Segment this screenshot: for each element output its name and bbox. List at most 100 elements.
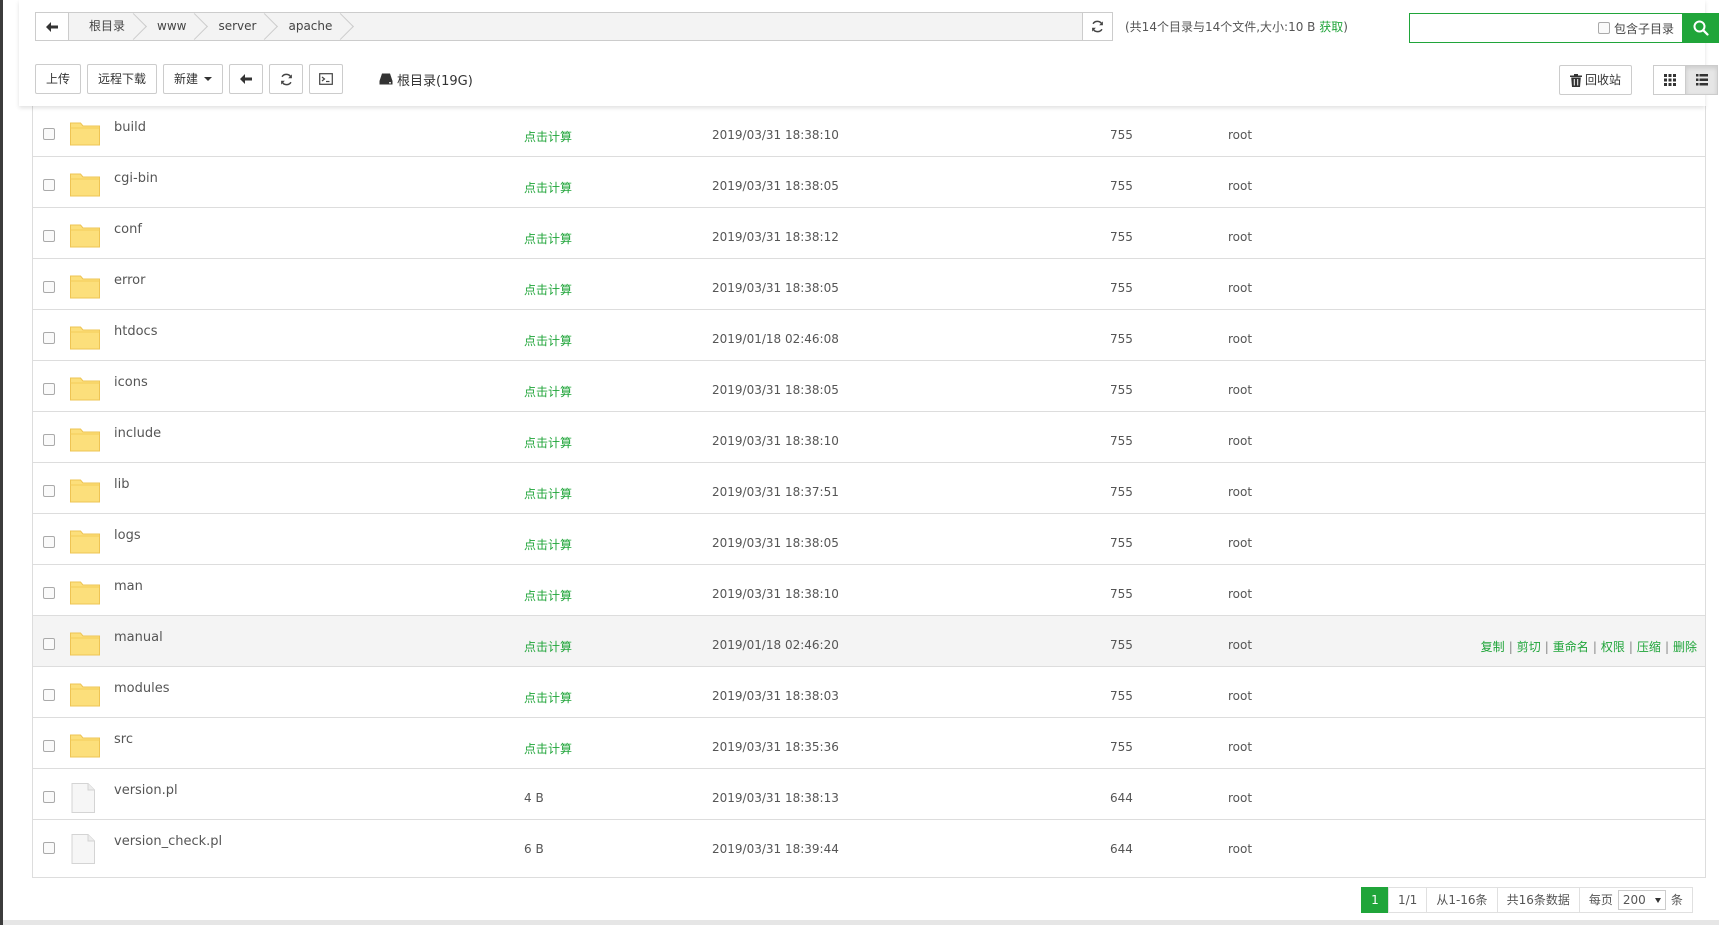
search-button[interactable]: [1682, 14, 1719, 42]
folder-icon: [70, 171, 100, 200]
calculate-size-link[interactable]: 点击计算: [524, 332, 572, 349]
list-view-button[interactable]: [1685, 65, 1718, 95]
file-name[interactable]: include: [114, 426, 161, 441]
breadcrumb-apache[interactable]: apache: [268, 13, 355, 40]
new-dropdown-button[interactable]: 新建: [163, 64, 224, 94]
file-row[interactable]: logs 点击计算 2019/03/31 18:38:05 755 root: [33, 514, 1705, 565]
folder-icon: [70, 477, 100, 506]
upload-button[interactable]: 上传: [35, 64, 82, 94]
recycle-bin-button[interactable]: 回收站: [1559, 65, 1633, 95]
file-row[interactable]: build 点击计算 2019/03/31 18:38:10 755 root: [33, 106, 1705, 157]
calculate-size-link[interactable]: 点击计算: [524, 536, 572, 553]
refresh-button[interactable]: [269, 64, 304, 94]
file-row[interactable]: error 点击计算 2019/03/31 18:38:05 755 root: [33, 259, 1705, 310]
file-name[interactable]: logs: [114, 528, 141, 543]
grid-view-button[interactable]: [1653, 65, 1686, 95]
arrow-left-icon: [46, 21, 58, 32]
row-checkbox[interactable]: [43, 281, 55, 293]
search-input[interactable]: [1410, 14, 1598, 42]
file-row[interactable]: conf 点击计算 2019/03/31 18:38:12 755 root: [33, 208, 1705, 259]
file-name[interactable]: man: [114, 579, 143, 594]
folder-icon: [70, 120, 100, 149]
file-row[interactable]: version_check.pl 6 B 2019/03/31 18:39:44 64…: [33, 820, 1705, 871]
compress-action[interactable]: 压缩: [1637, 640, 1661, 654]
file-size: 6 B: [524, 842, 544, 856]
file-row[interactable]: cgi-bin 点击计算 2019/03/31 18:38:05 755 root: [33, 157, 1705, 208]
permission: 755: [1110, 587, 1133, 601]
file-row[interactable]: modules 点击计算 2019/03/31 18:38:03 755 root: [33, 667, 1705, 718]
file-row[interactable]: src 点击计算 2019/03/31 18:35:36 755 root: [33, 718, 1705, 769]
row-checkbox[interactable]: [43, 740, 55, 752]
file-row[interactable]: man 点击计算 2019/03/31 18:38:10 755 root: [33, 565, 1705, 616]
file-row[interactable]: icons 点击计算 2019/03/31 18:38:05 755 root: [33, 361, 1705, 412]
per-page-select[interactable]: 200: [1617, 890, 1666, 910]
breadcrumb-www[interactable]: www: [137, 13, 209, 40]
row-checkbox[interactable]: [43, 434, 55, 446]
file-name[interactable]: src: [114, 732, 133, 747]
owner: root: [1228, 587, 1253, 601]
row-checkbox[interactable]: [43, 230, 55, 242]
file-row[interactable]: include 点击计算 2019/03/31 18:38:10 755 root: [33, 412, 1705, 463]
include-subdir-option[interactable]: 包含子目录: [1597, 14, 1682, 42]
file-name[interactable]: version.pl: [114, 783, 178, 798]
calculate-size-link[interactable]: 点击计算: [524, 485, 572, 502]
calculate-size-link[interactable]: 点击计算: [524, 587, 572, 604]
row-checkbox[interactable]: [43, 536, 55, 548]
remote-download-button[interactable]: 远程下载: [87, 64, 158, 94]
file-name[interactable]: build: [114, 120, 146, 135]
delete-action[interactable]: 删除: [1673, 640, 1697, 654]
breadcrumb-root[interactable]: 根目录: [69, 13, 147, 40]
calculate-size-link[interactable]: 点击计算: [524, 179, 572, 196]
file-name[interactable]: cgi-bin: [114, 171, 158, 186]
row-checkbox[interactable]: [43, 689, 55, 701]
file-row[interactable]: lib 点击计算 2019/03/31 18:37:51 755 root: [33, 463, 1705, 514]
row-checkbox[interactable]: [43, 332, 55, 344]
calculate-size-link[interactable]: 点击计算: [524, 638, 572, 655]
rename-action[interactable]: 重命名: [1553, 640, 1589, 654]
folder-icon: [70, 273, 100, 302]
row-checkbox[interactable]: [43, 128, 55, 140]
file-name[interactable]: icons: [114, 375, 148, 390]
calculate-size-link[interactable]: 点击计算: [524, 689, 572, 706]
modified-time: 2019/01/18 02:46:08: [712, 332, 839, 346]
breadcrumb-server[interactable]: server: [198, 13, 279, 40]
file-name[interactable]: manual: [114, 630, 163, 645]
file-row[interactable]: manual 点击计算 2019/01/18 02:46:20 755 root 复制 | 剪…: [33, 616, 1705, 667]
calculate-size-link[interactable]: 点击计算: [524, 383, 572, 400]
file-name[interactable]: conf: [114, 222, 142, 237]
row-checkbox[interactable]: [43, 179, 55, 191]
permission: 755: [1110, 536, 1133, 550]
file-name[interactable]: version_check.pl: [114, 834, 222, 849]
include-subdir-checkbox[interactable]: [1597, 22, 1610, 34]
path-refresh-button[interactable]: [1082, 13, 1112, 40]
permission-action[interactable]: 权限: [1601, 640, 1625, 654]
row-checkbox[interactable]: [43, 842, 55, 854]
file-row[interactable]: version.pl 4 B 2019/03/31 18:38:13 644 root: [33, 769, 1705, 820]
total-count: 共16条数据: [1496, 887, 1580, 913]
row-checkbox[interactable]: [43, 791, 55, 803]
file-name[interactable]: htdocs: [114, 324, 157, 339]
modified-time: 2019/03/31 18:38:05: [712, 383, 839, 397]
path-back-button[interactable]: [36, 13, 69, 40]
row-checkbox[interactable]: [43, 638, 55, 650]
path-input-area[interactable]: [344, 13, 1082, 40]
page-current-button[interactable]: 1: [1361, 887, 1389, 913]
terminal-button[interactable]: [309, 64, 344, 94]
copy-action[interactable]: 复制: [1481, 640, 1505, 654]
calculate-size-link[interactable]: 点击计算: [524, 281, 572, 298]
calculate-size-link[interactable]: 点击计算: [524, 128, 572, 145]
calculate-size-link[interactable]: 点击计算: [524, 434, 572, 451]
file-name[interactable]: error: [114, 273, 145, 288]
row-checkbox[interactable]: [43, 383, 55, 395]
calculate-size-link[interactable]: 点击计算: [524, 230, 572, 247]
disk-root-button[interactable]: 根目录(19G): [379, 70, 473, 89]
file-name[interactable]: lib: [114, 477, 129, 492]
fetch-size-link[interactable]: 获取: [1319, 20, 1343, 34]
file-name[interactable]: modules: [114, 681, 170, 696]
file-row[interactable]: htdocs 点击计算 2019/01/18 02:46:08 755 root: [33, 310, 1705, 361]
row-checkbox[interactable]: [43, 587, 55, 599]
go-back-button[interactable]: [229, 64, 264, 94]
cut-action[interactable]: 剪切: [1517, 640, 1541, 654]
calculate-size-link[interactable]: 点击计算: [524, 740, 572, 757]
row-checkbox[interactable]: [43, 485, 55, 497]
